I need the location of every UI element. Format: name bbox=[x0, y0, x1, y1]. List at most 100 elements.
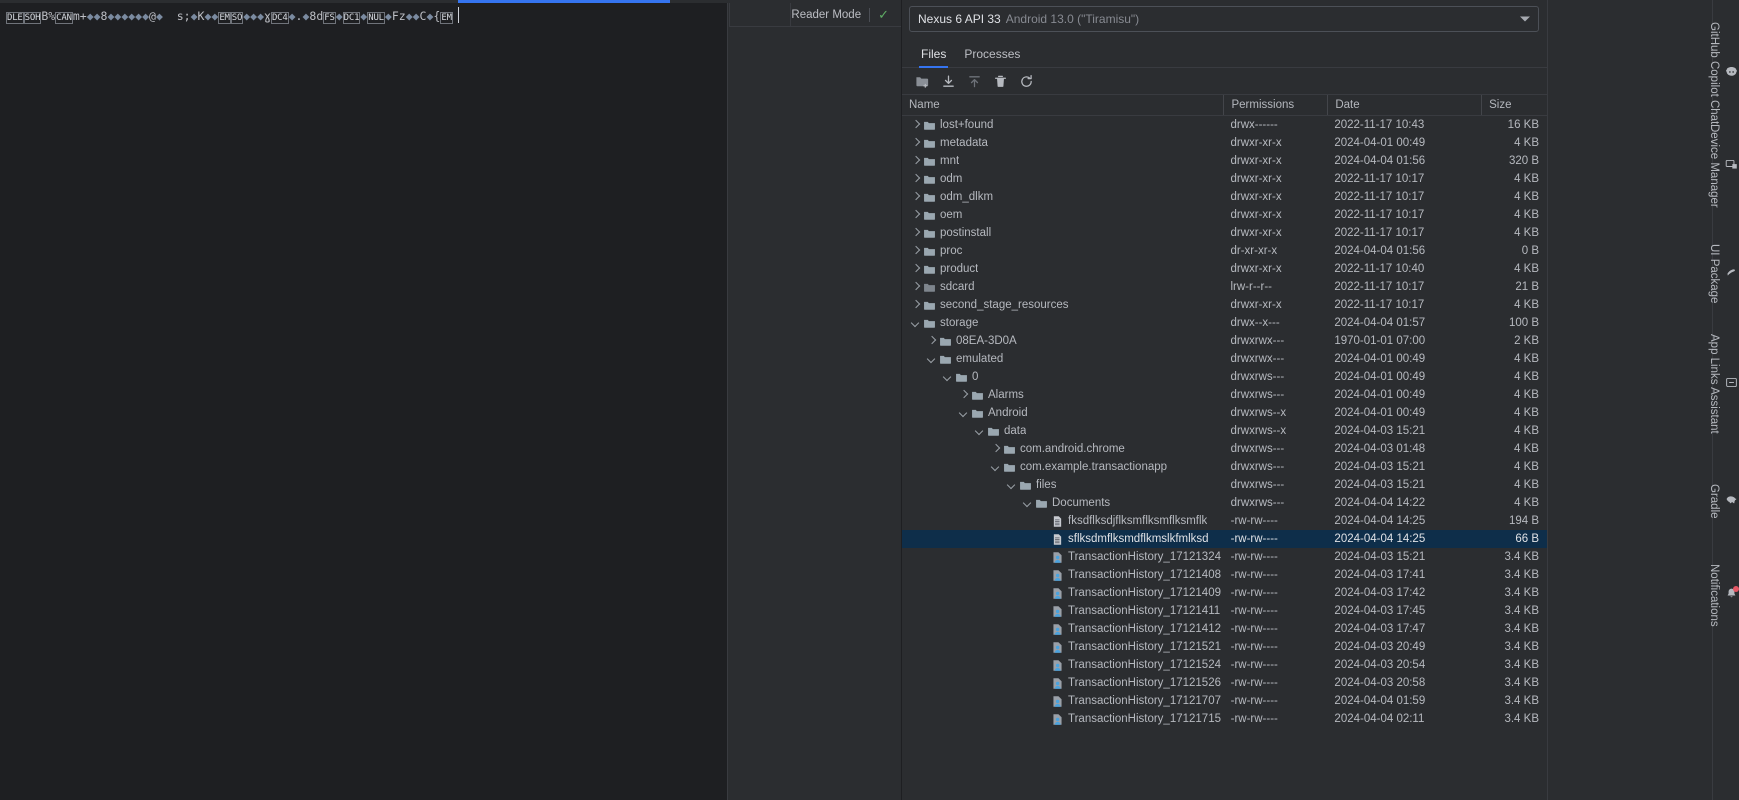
table-row[interactable]: fksdflksdjflksmflksmflksmflk -rw-rw---- 20… bbox=[902, 512, 1547, 530]
file-permissions-cell: drwx--x--- bbox=[1230, 317, 1280, 329]
folder-icon bbox=[1003, 443, 1016, 456]
table-row[interactable]: emulated drwxrwx--- 2024-04-01 00:49 4 KB bbox=[902, 350, 1547, 368]
table-row[interactable]: sflksdmflksmdflkmslkfmlksd -rw-rw---- 2024… bbox=[902, 530, 1547, 548]
file-name-cell: 0 bbox=[902, 371, 1224, 384]
reader-mode-strip[interactable]: Reader Mode ✓ bbox=[729, 3, 901, 27]
chevron-down-icon[interactable] bbox=[926, 354, 937, 365]
table-row[interactable]: TransactionHistory_17121524 -rw-rw---- 202… bbox=[902, 656, 1547, 674]
table-row[interactable]: files drwxrws--- 2024-04-03 15:21 4 KB bbox=[902, 476, 1547, 494]
table-row[interactable]: TransactionHistory_17121526 -rw-rw---- 202… bbox=[902, 674, 1547, 692]
table-row[interactable]: product drwxr-xr-x 2022-11-17 10:40 4 KB bbox=[902, 260, 1547, 278]
file-name-cell: sdcard bbox=[902, 281, 1223, 294]
binary-content-line: DLE SOHB%CANm+◆◆8◆◆◆◆◆◆@◆ s;◆K◆◆EM SO◆◆◆ɣD… bbox=[6, 9, 453, 24]
chevron-down-icon[interactable] bbox=[974, 426, 985, 437]
chevron-down-icon[interactable] bbox=[1520, 16, 1530, 22]
table-row[interactable]: TransactionHistory_17121412 -rw-rw---- 202… bbox=[902, 620, 1547, 638]
table-row[interactable]: odm_dlkm drwxr-xr-x 2022-11-17 10:17 4 KB bbox=[902, 188, 1547, 206]
binary-editor-pane[interactable]: DLE SOHB%CANm+◆◆8◆◆◆◆◆◆@◆ s;◆K◆◆EM SO◆◆◆ɣD… bbox=[0, 3, 728, 800]
table-row[interactable]: com.android.chrome drwxrws--- 2024-04-03 0… bbox=[902, 440, 1547, 458]
table-row[interactable]: 0 drwxrws--- 2024-04-01 00:49 4 KB bbox=[902, 368, 1547, 386]
file-name-label: TransactionHistory_17121408 bbox=[1068, 569, 1221, 581]
tool-window-button-device-manager[interactable]: Device Manager bbox=[1708, 120, 1738, 208]
chevron-right-icon[interactable] bbox=[926, 336, 937, 347]
chevron-right-icon[interactable] bbox=[958, 390, 969, 401]
table-row[interactable]: Android drwxrws--x 2024-04-01 00:49 4 KB bbox=[902, 404, 1547, 422]
chevron-right-icon[interactable] bbox=[910, 246, 921, 257]
table-row[interactable]: second_stage_resources drwxr-xr-x 2022-11-… bbox=[902, 296, 1547, 314]
file-date-cell: 2022-11-17 10:40 bbox=[1334, 263, 1425, 275]
tool-window-button-ui-package[interactable]: UI Package bbox=[1708, 240, 1738, 303]
download-icon[interactable] bbox=[936, 70, 960, 92]
column-header-date[interactable]: Date bbox=[1327, 95, 1481, 115]
column-header-name[interactable]: Name bbox=[902, 95, 1223, 115]
tool-window-button-notifications[interactable]: Notifications bbox=[1708, 560, 1739, 627]
table-row[interactable]: TransactionHistory_17121521 -rw-rw---- 202… bbox=[902, 638, 1547, 656]
table-row[interactable]: TransactionHistory_17121409 -rw-rw---- 202… bbox=[902, 584, 1547, 602]
chevron-down-icon[interactable] bbox=[1006, 480, 1017, 491]
chevron-down-icon[interactable] bbox=[1022, 498, 1033, 509]
table-row[interactable]: sdcard lrw-r--r-- 2022-11-17 10:17 21 B bbox=[902, 278, 1547, 296]
delete-icon[interactable] bbox=[988, 70, 1012, 92]
chevron-right-icon[interactable] bbox=[910, 264, 921, 275]
chevron-down-icon[interactable] bbox=[958, 408, 969, 419]
chevron-right-icon[interactable] bbox=[910, 174, 921, 185]
file-permissions-cell: -rw-rw---- bbox=[1230, 659, 1278, 671]
table-row[interactable]: oem drwxr-xr-x 2022-11-17 10:17 4 KB bbox=[902, 206, 1547, 224]
table-row[interactable]: TransactionHistory_17121411 -rw-rw---- 202… bbox=[902, 602, 1547, 620]
chevron-right-icon[interactable] bbox=[990, 444, 1001, 455]
tab-processes[interactable]: Processes bbox=[955, 44, 1029, 67]
chevron-right-icon[interactable] bbox=[910, 210, 921, 221]
device-selector-combobox[interactable]: Nexus 6 API 33 Android 13.0 ("Tiramisu") bbox=[909, 6, 1539, 32]
table-row[interactable]: odm drwxr-xr-x 2022-11-17 10:17 4 KB bbox=[902, 170, 1547, 188]
chevron-right-icon[interactable] bbox=[910, 138, 921, 149]
table-row[interactable]: Alarms drwxrws--- 2024-04-01 00:49 4 KB bbox=[902, 386, 1547, 404]
new-folder-icon[interactable] bbox=[910, 70, 934, 92]
column-header-size[interactable]: Size bbox=[1481, 95, 1547, 115]
file-name-label: Documents bbox=[1052, 497, 1111, 509]
chevron-right-icon[interactable] bbox=[910, 192, 921, 203]
file-date-cell: 2022-11-17 10:17 bbox=[1334, 209, 1425, 221]
file-name-cell: data bbox=[902, 425, 1224, 438]
table-row[interactable]: 08EA-3D0A drwxrwx--- 1970-01-01 07:00 2 KB bbox=[902, 332, 1547, 350]
table-row[interactable]: data drwxrws--x 2024-04-03 15:21 4 KB bbox=[902, 422, 1547, 440]
chevron-right-icon[interactable] bbox=[910, 156, 921, 167]
table-row[interactable]: lost+found drwx------ 2022-11-17 10:43 16 K… bbox=[902, 116, 1547, 134]
file-name-cell: TransactionHistory_17121408 bbox=[902, 569, 1224, 582]
file-date-cell: 2024-04-01 00:49 bbox=[1334, 353, 1426, 365]
tool-window-strip[interactable]: GitHub Copilot Chat Device Manager UI Pack… bbox=[1708, 0, 1739, 800]
table-row[interactable]: mnt drwxr-xr-x 2024-04-04 01:56 320 B bbox=[902, 152, 1547, 170]
chevron-down-icon[interactable] bbox=[990, 462, 1001, 473]
upload-icon[interactable] bbox=[962, 70, 986, 92]
check-icon[interactable]: ✓ bbox=[878, 8, 889, 21]
refresh-icon[interactable] bbox=[1014, 70, 1038, 92]
file-tree-rows[interactable]: lost+found drwx------ 2022-11-17 10:43 16 K… bbox=[902, 116, 1547, 800]
file-size-cell: 3.4 KB bbox=[1504, 659, 1539, 671]
table-row[interactable]: metadata drwxr-xr-x 2024-04-01 00:49 4 KB bbox=[902, 134, 1547, 152]
chevron-right-icon[interactable] bbox=[910, 300, 921, 311]
table-row[interactable]: postinstall drwxr-xr-x 2022-11-17 10:17 4 K… bbox=[902, 224, 1547, 242]
folder-icon bbox=[923, 137, 936, 150]
table-row[interactable]: TransactionHistory_17121408 -rw-rw---- 202… bbox=[902, 566, 1547, 584]
chevron-right-icon[interactable] bbox=[910, 228, 921, 239]
table-row[interactable]: com.example.transactionapp drwxrws--- 2024… bbox=[902, 458, 1547, 476]
chevron-right-icon[interactable] bbox=[910, 282, 921, 293]
chevron-right-icon[interactable] bbox=[910, 120, 921, 131]
column-header-permissions[interactable]: Permissions bbox=[1223, 95, 1327, 115]
tool-window-button-app-links-assistant[interactable]: App Links Assistant bbox=[1708, 330, 1738, 434]
table-row[interactable]: proc dr-xr-xr-x 2024-04-04 01:56 0 B bbox=[902, 242, 1547, 260]
table-row[interactable]: TransactionHistory_17121715 -rw-rw---- 202… bbox=[902, 710, 1547, 728]
chevron-down-icon[interactable] bbox=[942, 372, 953, 383]
folder-icon bbox=[923, 299, 936, 312]
table-row[interactable]: Documents drwxrws--- 2024-04-04 14:22 4 KB bbox=[902, 494, 1547, 512]
tool-window-button-github-copilot-chat[interactable]: GitHub Copilot Chat bbox=[1708, 18, 1738, 124]
tool-window-button-gradle[interactable]: Gradle bbox=[1708, 480, 1738, 519]
file-date-cell: 2024-04-03 17:45 bbox=[1334, 605, 1426, 617]
tab-files[interactable]: Files bbox=[912, 44, 955, 68]
table-row[interactable]: TransactionHistory_17121324 -rw-rw---- 202… bbox=[902, 548, 1547, 566]
file-size-cell: 194 B bbox=[1508, 515, 1539, 527]
table-row[interactable]: storage drwx--x--- 2024-04-04 01:57 100 B bbox=[902, 314, 1547, 332]
chevron-down-icon[interactable] bbox=[910, 318, 921, 329]
table-row[interactable]: TransactionHistory_17121707 -rw-rw---- 202… bbox=[902, 692, 1547, 710]
